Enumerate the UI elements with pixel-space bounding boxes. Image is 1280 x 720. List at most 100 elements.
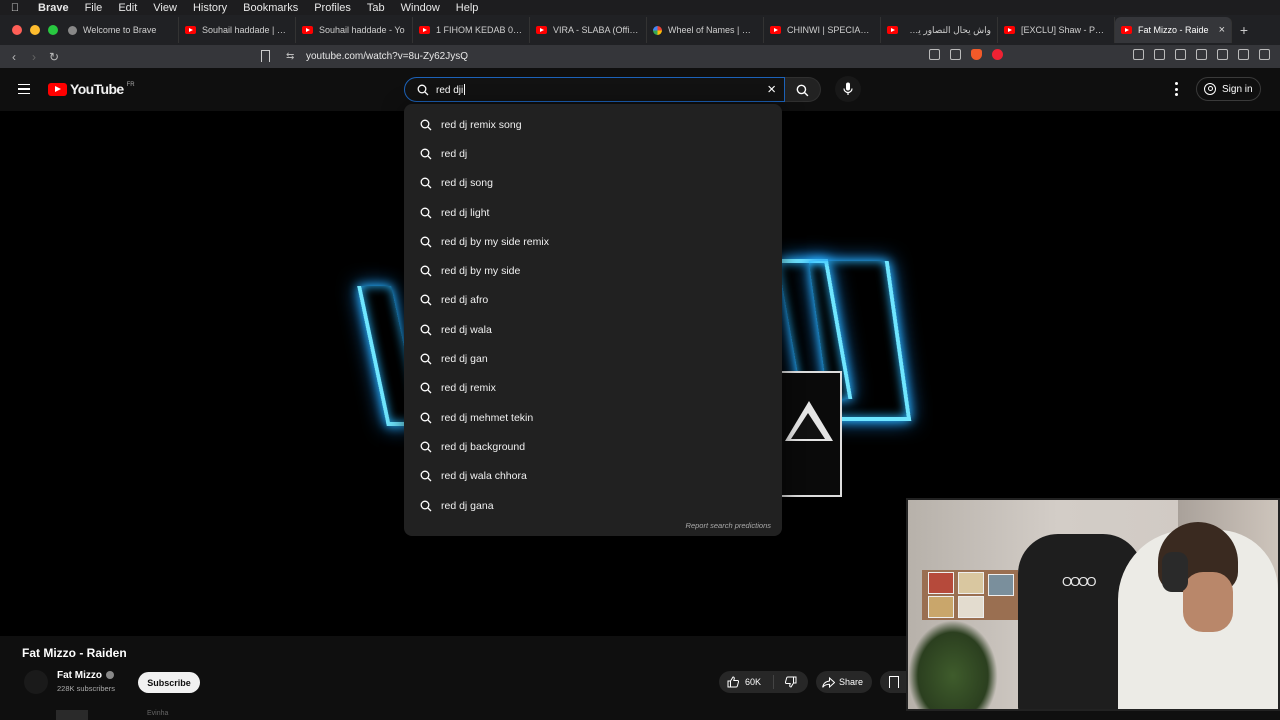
search-suggestion-item[interactable]: red dj wala chhora bbox=[404, 462, 782, 491]
sidebar-icon[interactable] bbox=[1175, 49, 1186, 60]
like-button[interactable]: 60K bbox=[719, 675, 774, 689]
macos-menu-bar:  Brave File Edit View History Bookmarks… bbox=[0, 0, 1280, 15]
menu-file[interactable]: File bbox=[77, 2, 111, 14]
subscribe-button[interactable]: Subscribe bbox=[138, 672, 200, 693]
tab-youtube[interactable]: VIRA - SLABA (Officia bbox=[530, 17, 647, 43]
microphone-icon bbox=[843, 82, 853, 95]
verified-icon bbox=[106, 671, 114, 679]
search-suggestion-item[interactable]: red dj by my side remix bbox=[404, 227, 782, 256]
search-suggestion-item[interactable]: red dj remix bbox=[404, 374, 782, 403]
apple-menu-icon[interactable]:  bbox=[0, 2, 30, 14]
search-icon bbox=[420, 353, 432, 365]
thumbs-up-icon bbox=[727, 676, 739, 688]
wheel-icon bbox=[653, 25, 662, 35]
menu-icon[interactable] bbox=[1259, 49, 1270, 60]
dislike-button[interactable] bbox=[774, 676, 808, 688]
forward-button[interactable]: › bbox=[24, 50, 44, 64]
search-query-text: red dji bbox=[436, 84, 466, 96]
account-icon bbox=[1204, 83, 1216, 95]
menu-window[interactable]: Window bbox=[393, 2, 448, 14]
search-suggestion-item[interactable]: red dj gan bbox=[404, 344, 782, 373]
tab-youtube[interactable]: Souhail haddade | LM bbox=[179, 17, 296, 43]
youtube-icon bbox=[185, 26, 196, 34]
suggestion-label: red dj bbox=[441, 147, 468, 160]
suggestion-label: red dj light bbox=[441, 206, 490, 219]
thumbs-down-icon bbox=[785, 676, 797, 688]
subscriber-count: 228K subscribers bbox=[57, 684, 115, 693]
menu-edit[interactable]: Edit bbox=[110, 2, 145, 14]
search-suggestion-item[interactable]: red dj gana bbox=[404, 491, 782, 520]
youtube-logo[interactable]: YouTube FR bbox=[48, 81, 135, 97]
search-icon bbox=[420, 500, 432, 511]
leo-icon[interactable] bbox=[1238, 49, 1249, 60]
hamburger-menu-icon[interactable] bbox=[18, 84, 30, 94]
search-icon bbox=[420, 236, 432, 248]
save-to-playlist-button[interactable] bbox=[880, 671, 906, 693]
suggestion-label: red dj afro bbox=[441, 294, 489, 307]
zoom-window-button[interactable] bbox=[48, 25, 58, 35]
brave-rewards-icon[interactable] bbox=[992, 49, 1003, 60]
url-field[interactable]: youtube.com/watch?v=8u-Zy62JysQ bbox=[306, 51, 468, 62]
search-suggestion-item[interactable]: red dj mehmet tekin bbox=[404, 403, 782, 432]
menu-help[interactable]: Help bbox=[448, 2, 487, 14]
voice-search-button[interactable] bbox=[835, 76, 861, 102]
close-tab-icon[interactable]: × bbox=[1219, 24, 1225, 36]
cast-icon[interactable] bbox=[929, 49, 940, 60]
menu-history[interactable]: History bbox=[185, 2, 235, 14]
search-icon bbox=[420, 207, 432, 218]
search-suggestion-item[interactable]: red dj afro bbox=[404, 286, 782, 315]
plant bbox=[908, 620, 998, 709]
menu-bookmarks[interactable]: Bookmarks bbox=[235, 2, 306, 14]
webcam-overlay: OOOO bbox=[906, 498, 1280, 711]
tab-youtube[interactable]: Souhail haddade - Yo bbox=[296, 17, 413, 43]
minimize-window-button[interactable] bbox=[30, 25, 40, 35]
next-video-thumbnail[interactable] bbox=[56, 710, 88, 720]
media-icon[interactable] bbox=[1154, 49, 1165, 60]
menu-tab[interactable]: Tab bbox=[359, 2, 393, 14]
search-icon bbox=[420, 177, 432, 189]
new-tab-button[interactable]: + bbox=[1232, 22, 1256, 38]
site-info-icon[interactable]: ⇆ bbox=[286, 51, 294, 62]
suggestion-label: red dj mehmet tekin bbox=[441, 411, 534, 424]
share-icon bbox=[822, 676, 835, 688]
youtube-icon bbox=[1004, 26, 1015, 34]
brave-shields-icon[interactable] bbox=[971, 49, 982, 60]
reader-icon[interactable] bbox=[1133, 49, 1144, 60]
search-suggestion-item[interactable]: red dj remix song bbox=[404, 110, 782, 139]
tab-youtube[interactable]: [EXCLU] Shaw - Pope bbox=[998, 17, 1115, 43]
close-window-button[interactable] bbox=[12, 25, 22, 35]
tab-wheel-of-names[interactable]: Wheel of Names | Ran bbox=[647, 17, 764, 43]
tab-welcome[interactable]: Welcome to Brave bbox=[62, 17, 179, 43]
tab-youtube[interactable]: CHINWI | SPECIAL EP bbox=[764, 17, 881, 43]
share-page-icon[interactable] bbox=[950, 49, 961, 60]
menu-profiles[interactable]: Profiles bbox=[306, 2, 359, 14]
channel-name[interactable]: Fat Mizzo bbox=[57, 670, 114, 681]
search-suggestion-item[interactable]: red dj light bbox=[404, 198, 782, 227]
search-suggestion-item[interactable]: red dj by my side bbox=[404, 256, 782, 285]
search-icon bbox=[420, 294, 432, 306]
tab-youtube[interactable]: واش يحال التصاور يحال ال bbox=[881, 17, 998, 43]
search-icon bbox=[420, 382, 432, 394]
wallet-icon[interactable] bbox=[1196, 49, 1207, 60]
tab-youtube[interactable]: 1 FIHOM KEDAB 06 (ft bbox=[413, 17, 530, 43]
sign-in-button[interactable]: Sign in bbox=[1196, 77, 1261, 101]
extensions-icon[interactable] bbox=[1217, 49, 1228, 60]
search-input[interactable]: red dji × bbox=[404, 77, 785, 102]
back-button[interactable]: ‹ bbox=[4, 50, 24, 64]
search-suggestion-item[interactable]: red dj song bbox=[404, 169, 782, 198]
clear-search-icon[interactable]: × bbox=[767, 81, 776, 98]
search-suggestion-item[interactable]: red dj background bbox=[404, 432, 782, 461]
report-search-predictions-link[interactable]: Report search predictions bbox=[686, 521, 771, 530]
search-suggestion-item[interactable]: red dj wala bbox=[404, 315, 782, 344]
search-suggestion-item[interactable]: red dj bbox=[404, 139, 782, 168]
share-button[interactable]: Share bbox=[816, 671, 872, 693]
settings-kebab-icon[interactable] bbox=[1174, 82, 1178, 96]
channel-avatar[interactable] bbox=[24, 670, 48, 694]
reload-button[interactable]: ↻ bbox=[44, 50, 64, 64]
menu-brave[interactable]: Brave bbox=[30, 2, 77, 14]
search-button[interactable] bbox=[785, 77, 821, 102]
menu-view[interactable]: View bbox=[145, 2, 185, 14]
tab-active-fat-mizzo[interactable]: Fat Mizzo - Raide × bbox=[1115, 17, 1232, 43]
bookmark-icon[interactable] bbox=[261, 50, 270, 62]
search-icon bbox=[420, 324, 432, 336]
